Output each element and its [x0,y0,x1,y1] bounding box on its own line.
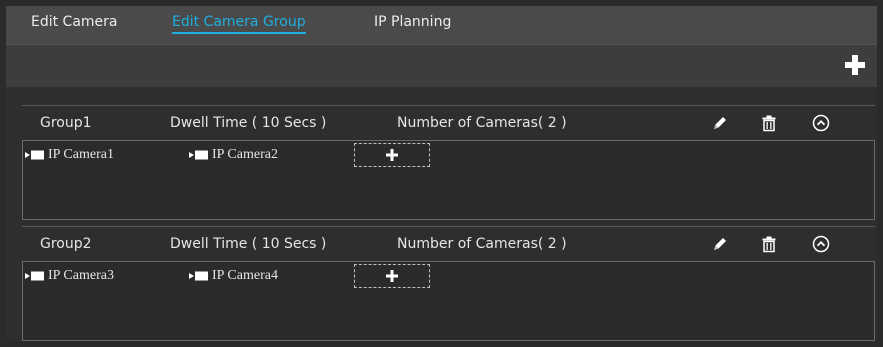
group-name: Group2 [40,236,92,252]
camera-icon [189,150,208,160]
chevron-up-circle-icon[interactable] [812,114,830,132]
pencil-icon[interactable] [711,114,729,132]
camera-item[interactable]: IP Camera2 [189,147,278,163]
add-camera-button[interactable] [354,143,430,167]
camera-item[interactable]: IP Camera4 [189,268,278,284]
trash-icon[interactable] [760,114,778,132]
plus-icon [845,55,865,75]
chevron-up-circle-icon[interactable] [812,235,830,253]
plus-icon [386,270,398,282]
group-card: Group1 Dwell Time ( 10 Secs ) Number of … [22,105,875,220]
camera-name: IP Camera4 [212,268,278,283]
camera-item[interactable]: IP Camera3 [25,268,114,284]
tab-edit-camera-group[interactable]: Edit Camera Group [172,14,306,34]
camera-icon [189,271,208,281]
group-card: Group2 Dwell Time ( 10 Secs ) Number of … [22,226,875,341]
trash-icon[interactable] [760,235,778,253]
group-name: Group1 [40,115,92,131]
group-list: Group1 Dwell Time ( 10 Secs ) Number of … [6,87,877,341]
camera-list: IP Camera1 IP Camera2 [22,140,875,220]
camera-count: Number of Cameras( 2 ) [397,236,567,252]
camera-icon [25,150,44,160]
tab-bar: Edit Camera Edit Camera Group IP Plannin… [6,6,877,44]
dwell-time: Dwell Time ( 10 Secs ) [170,115,327,131]
tab-edit-camera[interactable]: Edit Camera [31,14,118,30]
camera-name: IP Camera3 [48,268,114,283]
tab-ip-planning[interactable]: IP Planning [374,14,451,30]
toolbar [6,44,877,87]
add-camera-button[interactable] [354,264,430,288]
camera-list: IP Camera3 IP Camera4 [22,261,875,341]
dwell-time: Dwell Time ( 10 Secs ) [170,236,327,252]
group-header: Group1 Dwell Time ( 10 Secs ) Number of … [22,106,875,140]
group-header: Group2 Dwell Time ( 10 Secs ) Number of … [22,227,875,261]
add-group-button[interactable] [843,53,867,77]
camera-icon [25,271,44,281]
pencil-icon[interactable] [711,235,729,253]
camera-count: Number of Cameras( 2 ) [397,115,567,131]
plus-icon [386,149,398,161]
camera-name: IP Camera2 [212,147,278,162]
camera-name: IP Camera1 [48,147,114,162]
camera-item[interactable]: IP Camera1 [25,147,114,163]
